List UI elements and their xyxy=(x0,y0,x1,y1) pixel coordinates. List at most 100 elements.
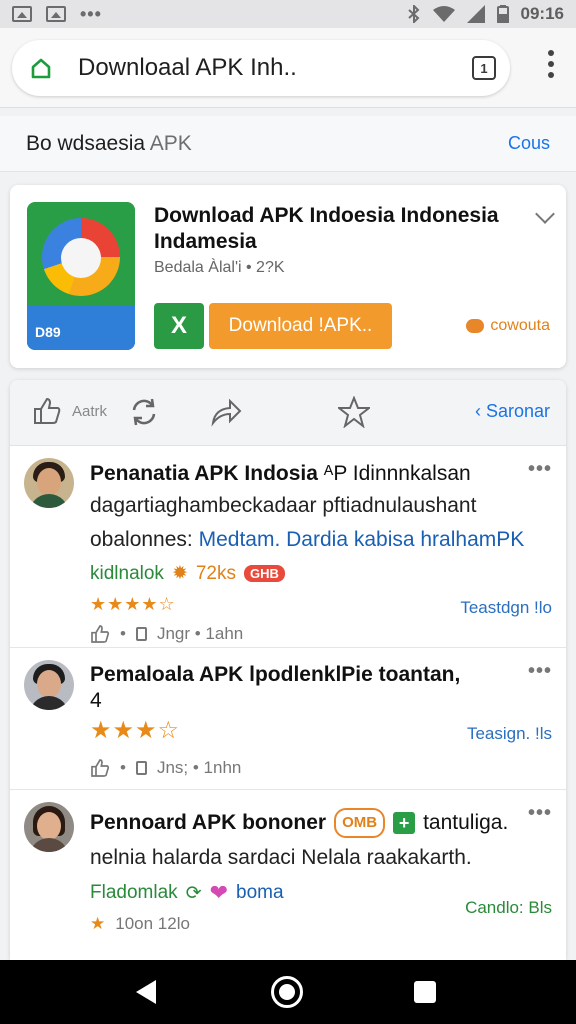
refresh-small-icon: ⟳ xyxy=(185,882,202,904)
avatar-body xyxy=(29,838,69,852)
review-footer: • Jngr • 1ahn xyxy=(90,624,243,644)
more-options-icon[interactable]: ••• xyxy=(528,458,552,481)
extra-link-label: cowouta xyxy=(490,317,550,334)
review-time: Jngr • 1ahn xyxy=(156,624,244,643)
review-pill: OMB xyxy=(334,808,386,838)
review-footer: • Jns; • 1nhn xyxy=(90,758,241,778)
review-text-plain: obalonnes: xyxy=(90,528,193,551)
page-title-main: Bo wdsaesia xyxy=(26,131,146,155)
review-author[interactable]: Pennoard APK bononer xyxy=(90,810,326,836)
like-label[interactable]: Aatrk xyxy=(72,403,107,420)
review-item: Penanatia APK Indosia ᴬP Idinnnkalsan ••… xyxy=(10,446,566,648)
star-rating: ★ xyxy=(90,914,106,933)
page-title: Bo wdsaesia APK xyxy=(26,132,192,156)
url-text[interactable]: Downloaal APK Inh.. xyxy=(78,54,297,82)
browser-menu-icon[interactable] xyxy=(548,50,554,78)
review-tag-link[interactable]: boma xyxy=(236,882,284,904)
separator-dot: • xyxy=(120,624,126,643)
review-tag-orange: 72ks xyxy=(195,562,236,584)
back-icon[interactable] xyxy=(136,980,156,1004)
review-author-line: Penanatia APK Indosia ᴬP Idinnnkalsan xyxy=(90,461,471,487)
review-tag-green: Fladomlak xyxy=(90,882,178,903)
review-author-line: Pennoard APK bononer OMB + tantuliga. xyxy=(90,808,508,838)
review-text-line: obalonnes: Medtam. Dardia kabisa hralham… xyxy=(90,524,524,556)
page-header: Bo wdsaesia APK Cous xyxy=(0,116,576,172)
reply-icon[interactable] xyxy=(135,761,147,775)
review-time: Jns; • 1nhn xyxy=(156,758,242,777)
image-notification-icon xyxy=(46,6,66,22)
thumb-up-icon[interactable] xyxy=(32,396,62,426)
avatar-body xyxy=(29,494,69,508)
app-icon[interactable]: D89 xyxy=(27,202,135,350)
bluetooth-icon xyxy=(407,5,419,23)
review-tag-green: kidlnalok xyxy=(90,562,164,584)
review-badge: GHB xyxy=(244,565,285,582)
save-link-label: Saronar xyxy=(485,401,550,421)
coin-icon xyxy=(466,319,485,333)
star-icon[interactable] xyxy=(338,396,370,428)
sun-icon: ✹ xyxy=(171,563,188,584)
review-item: Pemaloala APK lpodlenklPie toantan, 4 ••… xyxy=(10,648,566,790)
separator-dot: • xyxy=(120,758,126,777)
app-card: D89 Download APK Indoesia Indonesia Inda… xyxy=(10,185,566,368)
review-author-line: Pemaloala APK lpodlenklPie toantan, xyxy=(90,662,460,688)
review-tags: Fladomlak ⟳ ❤ boma xyxy=(90,880,284,906)
review-footer: ★ 10on 12lo xyxy=(90,914,190,934)
review-time: 10on 12lo xyxy=(115,914,190,933)
avatar-face xyxy=(37,670,61,698)
heart-icon[interactable]: ❤ xyxy=(210,880,228,906)
avatar[interactable] xyxy=(24,802,74,852)
header-link[interactable]: Cous xyxy=(508,133,550,154)
page-title-muted: APK xyxy=(149,131,192,155)
avatar-face xyxy=(37,812,61,840)
avatar[interactable] xyxy=(24,458,74,508)
download-button[interactable]: Download !APK.. xyxy=(209,303,392,349)
reviews-panel: Aatrk ‹ Saronar Penanatia APK Indosia ᴬP… xyxy=(10,380,566,960)
chevron-down-icon[interactable] xyxy=(535,204,555,224)
tab-switcher-button[interactable]: 1 xyxy=(472,56,496,80)
system-nav-bar xyxy=(0,960,576,1024)
star-rating: ★★★★☆ xyxy=(90,594,176,614)
review-author[interactable]: Pemaloala APK lpodlenklPie toantan, xyxy=(90,663,460,686)
plus-icon[interactable]: + xyxy=(393,812,416,834)
app-icon-label: D89 xyxy=(35,324,61,340)
address-bar[interactable]: Downloaal APK Inh.. 1 xyxy=(12,40,510,96)
refresh-icon[interactable] xyxy=(128,396,160,428)
avatar-body xyxy=(29,696,69,710)
review-tags: kidlnalok ✹ 72ks GHB xyxy=(90,562,285,585)
more-options-icon[interactable]: ••• xyxy=(528,802,552,825)
app-logo-center xyxy=(61,238,101,278)
extra-link[interactable]: cowouta xyxy=(466,317,550,335)
thumb-up-icon[interactable] xyxy=(90,624,110,644)
gallery-notification-icon xyxy=(12,6,32,22)
reply-icon[interactable] xyxy=(135,627,147,641)
clock: 09:16 xyxy=(520,4,564,23)
app-title: Download APK Indoesia Indonesia Indamesi… xyxy=(154,204,499,253)
home-icon[interactable] xyxy=(271,976,303,1008)
save-link[interactable]: ‹ Saronar xyxy=(475,401,550,422)
wifi-icon xyxy=(432,6,455,22)
share-icon[interactable] xyxy=(210,396,242,428)
star-rating: ★★★☆ xyxy=(90,717,181,744)
review-text-line: nelnia halarda sardaci Nelala raakakarth… xyxy=(90,846,472,869)
review-text-link[interactable]: Medtam. Dardia kabisa hralhamPK xyxy=(199,528,525,551)
browser-toolbar: Downloaal APK Inh.. 1 xyxy=(0,28,576,108)
signal-icon xyxy=(466,5,485,23)
close-button[interactable]: X xyxy=(154,303,204,349)
review-meta-link[interactable]: Candlo: Bls xyxy=(465,898,552,918)
review-author-line2: 4 xyxy=(90,689,102,712)
action-row: Aatrk ‹ Saronar xyxy=(10,380,566,446)
review-meta-link[interactable]: Teasign. !ls xyxy=(467,724,552,744)
review-meta-link[interactable]: Teastdgn !lo xyxy=(460,598,552,618)
battery-icon xyxy=(496,5,509,23)
more-options-icon[interactable]: ••• xyxy=(528,660,552,683)
avatar[interactable] xyxy=(24,660,74,710)
app-subtitle: Bedala Àlal'i • 2?K xyxy=(154,259,285,276)
review-author-extra: ᴬP Idinnnkalsan xyxy=(323,462,471,485)
thumb-up-icon[interactable] xyxy=(90,758,110,778)
recent-apps-icon[interactable] xyxy=(414,981,436,1003)
home-lock-icon[interactable] xyxy=(30,57,52,79)
review-text-line: dagartiaghambeckadaar pftiadnulaushant xyxy=(90,494,477,517)
review-author[interactable]: Penanatia APK Indosia xyxy=(90,462,318,485)
review-author-extra: tantuliga. xyxy=(423,811,509,834)
